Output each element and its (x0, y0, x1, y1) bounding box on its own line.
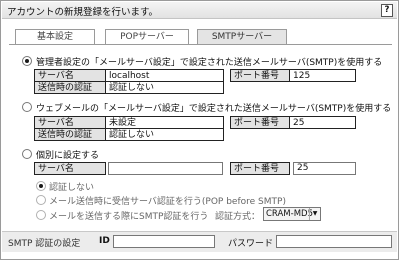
option-webmail-smtp-radio[interactable] (22, 102, 32, 112)
opt2-port-label: ポート番号 (230, 116, 290, 129)
auth-none-label: 認証しない (49, 183, 95, 193)
opt3-port-input[interactable]: 25 (293, 162, 356, 175)
help-button[interactable]: ? (381, 4, 393, 17)
id-label: ID (99, 236, 110, 246)
option-admin-smtp-label: 管理者設定の「メールサーバ設定」で設定された送信メールサーバ(SMTP)を使用す… (36, 58, 383, 68)
tab-divider (9, 44, 392, 45)
tab-smtp[interactable]: SMTPサーバー (197, 29, 287, 45)
option-custom-label: 個別に設定する (36, 151, 100, 161)
password-input[interactable] (276, 235, 392, 248)
opt2-auth-label: 送信時の認証 (34, 128, 106, 141)
dialog-title: アカウントの新規登録を行います。 (7, 7, 159, 18)
opt3-server-name-label: サーバ名 (34, 162, 106, 175)
option-webmail-smtp-label: ウェブメールの「メールサーバ設定」で設定された送信メールサーバ(SMTP)を使用… (36, 104, 392, 114)
opt3-server-name-input[interactable] (108, 162, 223, 175)
auth-smtp-auth-label: メールを送信する際にSMTP認証を行う (49, 212, 209, 222)
option-admin-smtp-radio[interactable] (22, 56, 32, 66)
smtp-auth-section-label: SMTP 認証の設定 (8, 239, 81, 249)
opt2-auth-value: 認証しない (105, 128, 224, 141)
chevron-down-icon: ▼ (309, 208, 320, 220)
auth-none-radio[interactable] (36, 181, 46, 191)
tab-basic[interactable]: 基本設定 (15, 29, 95, 45)
opt3-port-label: ポート番号 (230, 162, 290, 175)
opt2-port-value: 25 (289, 116, 356, 129)
tab-pop[interactable]: POPサーバー (105, 29, 189, 45)
password-label: パスワード (228, 239, 274, 249)
opt1-auth-label: 送信時の認証 (34, 81, 106, 94)
title-bar: アカウントの新規登録を行います。 ? (2, 2, 397, 19)
auth-smtp-auth-radio[interactable] (36, 210, 46, 220)
auth-method-select[interactable]: CRAM-MD5 ▼ (263, 207, 321, 221)
id-input[interactable] (113, 235, 215, 248)
auth-pop-before-smtp-label: メール送信時に受信サーバ認証を行う(POP before SMTP) (49, 197, 286, 207)
opt1-port-value: 125 (289, 69, 356, 82)
option-custom-radio[interactable] (22, 149, 32, 159)
account-dialog: アカウントの新規登録を行います。 ? 基本設定 POPサーバー SMTPサーバー… (0, 0, 399, 260)
smtp-auth-settings: SMTP 認証の設定 ID パスワード (2, 231, 397, 252)
opt1-port-label: ポート番号 (230, 69, 290, 82)
opt1-auth-value: 認証しない (105, 81, 224, 94)
auth-method-value: CRAM-MD5 (266, 209, 313, 219)
auth-method-label: 認証方式： (215, 212, 261, 222)
auth-pop-before-smtp-radio[interactable] (36, 195, 46, 205)
